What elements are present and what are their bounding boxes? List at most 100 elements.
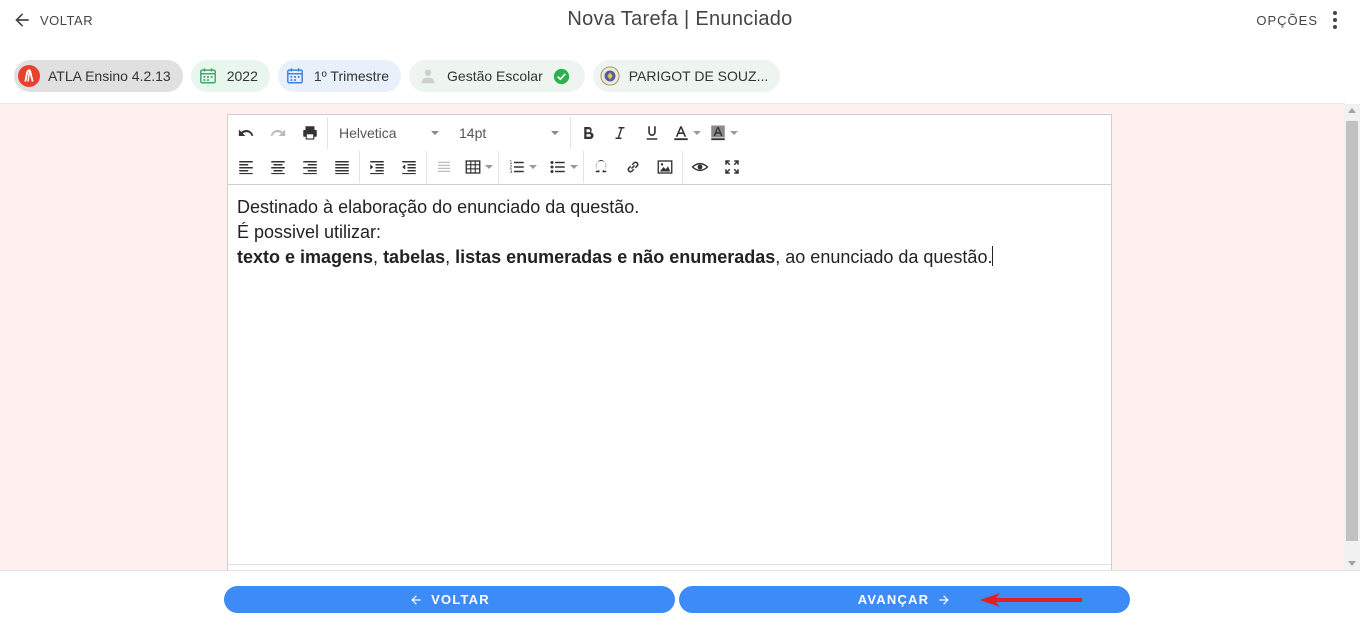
calendar-icon <box>197 65 219 87</box>
arrow-left-icon <box>411 594 421 605</box>
editor-content[interactable]: Destinado à elaboração do enunciado da q… <box>228 185 1111 280</box>
preview-button[interactable] <box>684 152 716 182</box>
bold-icon <box>584 127 594 140</box>
bold-text: tabelas <box>383 247 446 267</box>
context-chips: ATLA Ensino 4.2.13 2022 1º Trimestre Ges… <box>14 60 781 92</box>
underline-icon <box>646 126 658 140</box>
background-color-icon <box>711 125 725 141</box>
special-character-button[interactable] <box>585 152 617 182</box>
toolbar-separator <box>570 117 571 149</box>
chip-school[interactable]: PARIGOT DE SOUZ... <box>592 60 781 92</box>
editor-line: Destinado à elaboração do enunciado da q… <box>237 197 640 217</box>
back-button[interactable]: VOLTAR <box>224 586 675 613</box>
atla-logo-icon <box>18 65 40 87</box>
chevron-down-icon <box>730 131 738 135</box>
annotation-arrow-icon <box>980 593 1082 607</box>
align-center-button[interactable] <box>262 152 294 182</box>
toolbar-separator <box>327 117 328 149</box>
align-left-button[interactable] <box>230 152 262 182</box>
align-justify-icon <box>335 161 349 175</box>
bold-button[interactable] <box>572 118 604 148</box>
redo-icon <box>270 129 286 137</box>
bullet-list-icon <box>550 161 565 173</box>
insert-link-button[interactable] <box>617 152 649 182</box>
toolbar-separator <box>426 151 427 183</box>
separator-text: , <box>445 247 456 267</box>
separator-text: , <box>373 247 384 267</box>
editor-line: É possivel utilizar: <box>237 222 382 242</box>
align-left-icon <box>239 161 253 175</box>
text-cursor <box>992 246 994 266</box>
numbered-list-icon: 123 <box>510 160 524 175</box>
check-circle-icon <box>551 65 573 87</box>
scroll-down-icon[interactable] <box>1348 561 1356 566</box>
page-title: Nova Tarefa | Enunciado <box>567 8 793 30</box>
bullet-list-button[interactable] <box>541 152 582 182</box>
eye-icon <box>691 162 709 172</box>
numbered-list-button[interactable]: 123 <box>500 152 541 182</box>
link-icon <box>627 161 639 173</box>
redo-button[interactable] <box>262 118 294 148</box>
editor-toolbar: Helvetica 14pt 1 2 3 <box>228 115 1111 185</box>
options-menu-button[interactable]: OPÇÕES <box>1256 10 1344 30</box>
align-justify-button[interactable] <box>326 152 358 182</box>
indent-button[interactable] <box>361 152 393 182</box>
chip-role-label: Gestão Escolar <box>447 68 543 84</box>
align-right-icon <box>303 161 317 175</box>
italic-icon <box>615 127 625 139</box>
chevron-down-icon <box>529 165 537 169</box>
table-icon <box>465 160 481 174</box>
print-button[interactable] <box>294 118 326 148</box>
scroll-up-icon[interactable] <box>1348 108 1356 113</box>
chevron-down-icon <box>485 165 493 169</box>
chevron-down-icon <box>693 131 701 135</box>
outdent-button[interactable] <box>393 152 425 182</box>
calendar-icon <box>284 65 306 87</box>
editor-line: texto e imagens, tabelas, listas enumera… <box>237 245 1102 270</box>
background-color-button[interactable] <box>705 118 742 148</box>
chip-year-label: 2022 <box>226 68 258 84</box>
chip-period-label: 1º Trimestre <box>313 68 390 84</box>
line-height-button[interactable] <box>428 152 460 182</box>
rich-text-editor[interactable]: Helvetica 14pt 1 2 3 Destinado à elabora… <box>227 114 1112 570</box>
toolbar-row-2: 123 <box>228 150 748 184</box>
scrollbar-thumb[interactable] <box>1346 121 1358 541</box>
line-height-icon <box>438 161 450 172</box>
chevron-down-icon <box>431 131 439 135</box>
toolbar-separator <box>583 151 584 183</box>
chip-app-version[interactable]: ATLA Ensino 4.2.13 <box>14 60 183 92</box>
chip-period[interactable]: 1º Trimestre <box>277 60 402 92</box>
omega-icon <box>595 159 607 173</box>
toolbar-separator <box>359 151 360 183</box>
fullscreen-icon <box>725 160 739 174</box>
undo-button[interactable] <box>230 118 262 148</box>
chip-school-label: PARIGOT DE SOUZ... <box>628 68 769 84</box>
image-icon <box>657 160 673 174</box>
options-label: OPÇÕES <box>1256 12 1318 28</box>
font-family-select[interactable]: Helvetica <box>329 118 449 148</box>
back-button-label: VOLTAR <box>431 592 490 607</box>
next-button-label: AVANÇAR <box>857 592 930 607</box>
chevron-down-icon <box>551 131 559 135</box>
font-size-select[interactable]: 14pt <box>449 118 569 148</box>
insert-image-button[interactable] <box>649 152 681 182</box>
user-icon <box>417 65 439 87</box>
fullscreen-button[interactable] <box>716 152 748 182</box>
font-family-value: Helvetica <box>339 125 397 141</box>
chevron-down-icon <box>570 165 578 169</box>
text-color-button[interactable] <box>668 118 705 148</box>
school-crest-icon <box>599 65 621 87</box>
bottom-action-bar: VOLTAR AVANÇAR <box>0 570 1360 627</box>
text-color-icon <box>674 126 688 141</box>
outdent-icon <box>402 161 416 175</box>
underline-button[interactable] <box>636 118 668 148</box>
undo-icon <box>238 129 254 137</box>
chip-role[interactable]: Gestão Escolar <box>409 60 585 92</box>
indent-icon <box>370 161 384 175</box>
top-bar: VOLTAR Nova Tarefa | Enunciado OPÇÕES <box>0 0 1360 44</box>
page-scrollbar[interactable] <box>1344 104 1360 570</box>
align-right-button[interactable] <box>294 152 326 182</box>
table-button[interactable] <box>460 152 497 182</box>
italic-button[interactable] <box>604 118 636 148</box>
chip-year[interactable]: 2022 <box>190 60 270 92</box>
